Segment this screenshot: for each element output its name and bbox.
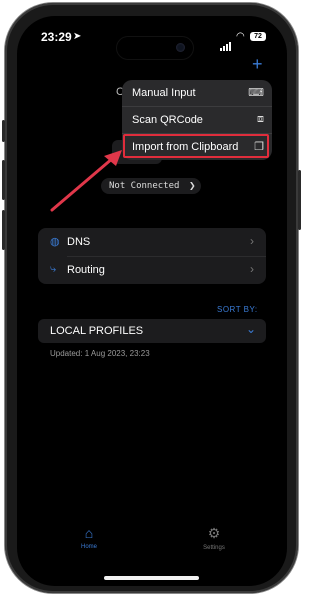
sort-by-button[interactable]: SORT BY: bbox=[217, 305, 258, 314]
chevron-right-icon: › bbox=[250, 234, 254, 248]
chevron-right-icon: › bbox=[250, 262, 254, 276]
home-indicator[interactable] bbox=[104, 576, 199, 580]
chevron-down-icon: ⌄ bbox=[245, 322, 256, 336]
routing-icon: ⤷ bbox=[50, 263, 57, 275]
home-icon: ⌂ bbox=[84, 525, 94, 541]
local-profiles-header[interactable]: LOCAL PROFILES ⌄ bbox=[38, 319, 266, 343]
tab-label: Home bbox=[80, 544, 97, 550]
annotation-arrow bbox=[50, 150, 122, 212]
tab-home[interactable]: ⌂ Home bbox=[59, 525, 119, 550]
settings-group: ◍ DNS › ⤷ Routing › bbox=[38, 228, 266, 284]
tab-settings[interactable]: ⚙ Settings bbox=[184, 525, 244, 551]
section-title: LOCAL PROFILES bbox=[50, 325, 144, 337]
gear-icon: ⚙ bbox=[207, 525, 221, 541]
settings-row-label: DNS bbox=[67, 236, 91, 248]
settings-row-dns[interactable]: ◍ DNS › bbox=[38, 228, 266, 256]
updated-timestamp: Updated: 1 Aug 2023, 23:23 bbox=[50, 349, 150, 358]
settings-row-label: Routing bbox=[67, 264, 105, 276]
tab-label: Settings bbox=[203, 545, 225, 551]
settings-row-routing[interactable]: ⤷ Routing › bbox=[38, 256, 266, 284]
globe-icon: ◍ bbox=[50, 236, 60, 248]
